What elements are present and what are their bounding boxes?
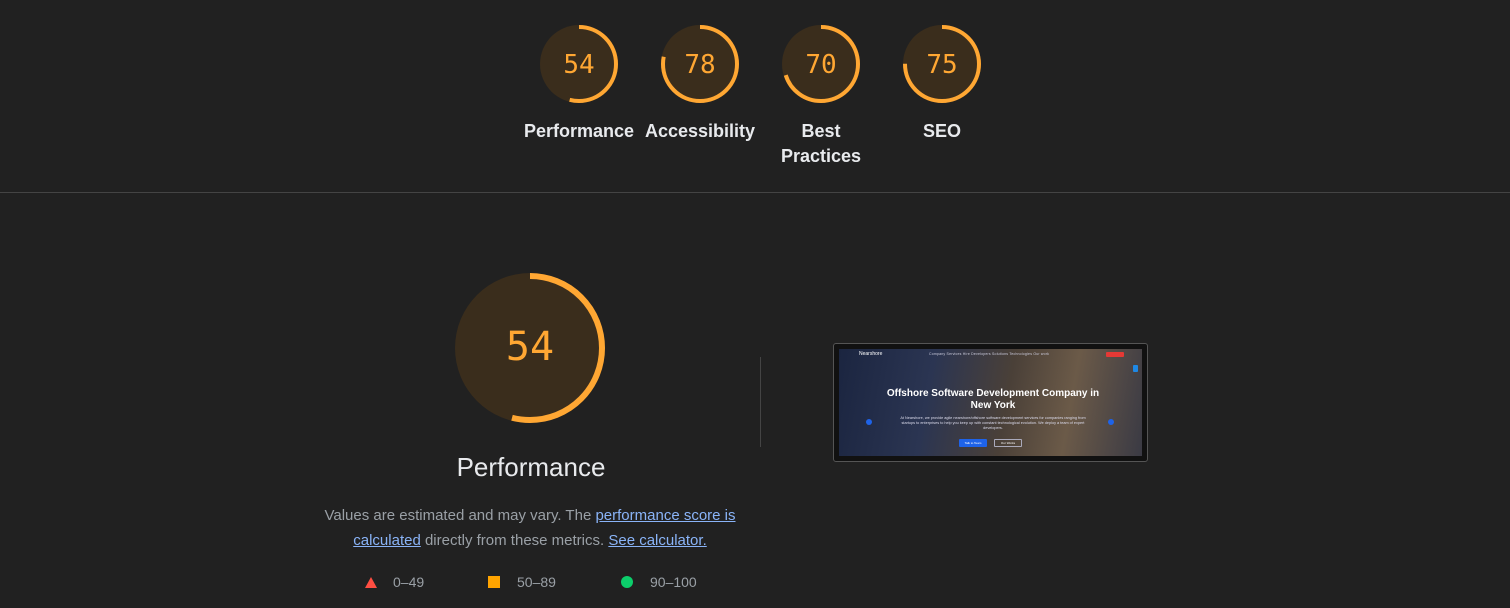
gauge-score: 78 xyxy=(684,50,716,80)
description-text: Values are estimated and may vary. The xyxy=(324,507,596,524)
score-legend: 0–49 50–89 90–100 xyxy=(360,574,720,596)
divider xyxy=(760,357,761,447)
legend-range: 0–49 xyxy=(393,574,425,590)
screenshot-cta xyxy=(1106,352,1124,357)
screenshot-paragraph: At Nearshore, we provide agile nearshore… xyxy=(900,416,1086,430)
gauge-label: Performance xyxy=(523,121,635,141)
gauge-accessibility[interactable]: 78 Accessibility xyxy=(640,23,760,144)
legend-fail: 0–49 xyxy=(365,574,424,590)
performance-description: Values are estimated and may vary. The p… xyxy=(320,503,740,553)
triangle-icon xyxy=(365,576,377,588)
performance-gauge: 54 xyxy=(320,272,740,424)
screenshot-prev-arrow xyxy=(866,419,872,425)
screenshot-side-icon xyxy=(1133,365,1138,372)
square-icon xyxy=(488,576,500,588)
gauge-score: 54 xyxy=(563,50,595,80)
screenshot-next-arrow xyxy=(1108,419,1114,425)
performance-title: Performance xyxy=(456,452,606,482)
legend-range: 50–89 xyxy=(517,574,556,590)
gauge-score: 70 xyxy=(805,50,837,80)
screenshot-nav: Company Services Hire Developers Solutio… xyxy=(929,352,1050,356)
gauge-label: SEO xyxy=(922,121,961,141)
legend-pass: 90–100 xyxy=(621,574,697,590)
screenshot-primary-button: Talk to Team xyxy=(959,439,987,447)
category-summary: 54 Performance 78 Accessibility 70 Best … xyxy=(0,0,1510,193)
gauge-seo[interactable]: 75 SEO xyxy=(882,23,1002,144)
gauge-label: Best Practices xyxy=(781,121,862,166)
see-calculator-link[interactable]: See calculator. xyxy=(608,532,706,549)
gauge-score: 75 xyxy=(926,50,958,80)
legend-average: 50–89 xyxy=(488,574,556,590)
legend-range: 90–100 xyxy=(650,574,697,590)
screenshot-secondary-button: Our Works xyxy=(994,439,1022,447)
gauge-performance[interactable]: 54 Performance xyxy=(519,23,639,144)
gauge-best-practices[interactable]: 70 Best Practices xyxy=(761,23,881,169)
performance-score: 54 xyxy=(505,324,555,370)
gauge-label: Accessibility xyxy=(644,121,756,141)
final-screenshot[interactable]: Nearshore Company Services Hire Develope… xyxy=(833,343,1148,462)
screenshot-heading: Offshore Software Development Company in… xyxy=(886,388,1100,411)
screenshot-logo: Nearshore xyxy=(859,351,883,357)
circle-icon xyxy=(621,576,633,588)
screenshot-image: Nearshore Company Services Hire Develope… xyxy=(839,349,1142,456)
description-text-2: directly from these metrics. xyxy=(420,532,609,549)
